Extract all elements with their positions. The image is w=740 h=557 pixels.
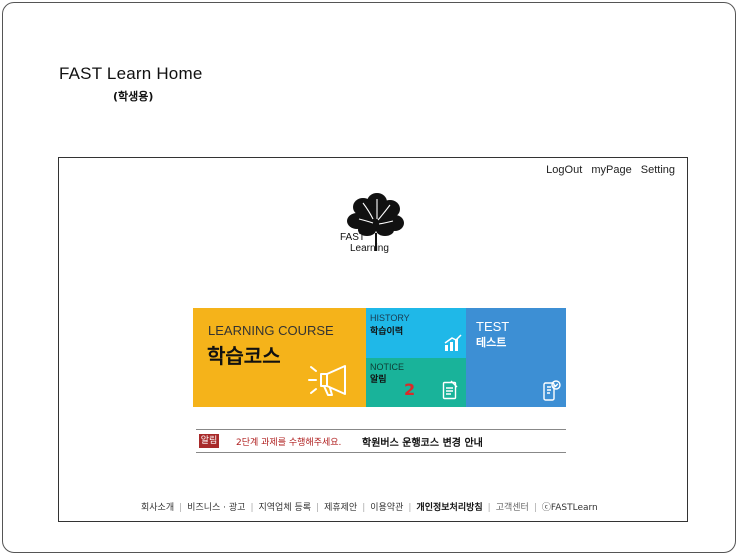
footer-separator: | (250, 503, 254, 513)
tile-learning-ko: 학습코스 (207, 344, 281, 368)
tile-history-ko: 학습이력 (370, 327, 404, 337)
tile-learning-en: LEARNING COURSE (208, 323, 334, 338)
top-nav: LogOut myPage Setting (540, 164, 675, 176)
app-frame: LogOut myPage Setting FAST Learning LEAR… (58, 157, 688, 522)
footer-privacy-link[interactable]: 개인정보처리방침 (416, 503, 482, 513)
tile-test-en: TEST (476, 319, 510, 334)
footer-separator: | (408, 503, 412, 513)
logo-text-learning: Learning (350, 243, 389, 254)
footer-terms-link[interactable]: 이용약관 (370, 503, 403, 513)
tile-notice-en: NOTICE (370, 362, 405, 372)
logo-text-fast: FAST (340, 232, 366, 243)
mypage-link[interactable]: myPage (591, 164, 631, 176)
footer-business-link[interactable]: 비즈니스 · 광고 (187, 503, 245, 513)
setting-link[interactable]: Setting (641, 164, 675, 176)
alert-badge: 알림 (199, 434, 219, 448)
footer-support-link[interactable]: 고객센터 (496, 503, 529, 513)
alert-message-task[interactable]: 2단계 과제를 수행해주세요. (236, 435, 341, 448)
footer-links: 회사소개 | 비즈니스 · 광고 | 지역업체 등록 | 제휴제안 | 이용약관 | 개인정보처리방… (141, 500, 598, 513)
logout-link[interactable]: LogOut (546, 164, 582, 176)
note-icon (442, 380, 458, 400)
footer-company-link[interactable]: 회사소개 (141, 503, 174, 513)
tile-notice[interactable]: NOTICE 알림 2 (366, 358, 466, 407)
notice-count-badge: 2 (404, 380, 416, 399)
mobile-test-icon (543, 380, 561, 401)
bar-chart-icon (444, 334, 462, 351)
footer-partner-link[interactable]: 제휴제안 (324, 503, 357, 513)
alert-message-bus[interactable]: 학원버스 운행코스 변경 안내 (362, 434, 483, 449)
footer-separator: | (533, 503, 537, 513)
alert-bar: 알림 2단계 과제를 수행해주세요. 학원버스 운행코스 변경 안내 (196, 429, 566, 453)
document-subtitle: (학생용) (113, 90, 154, 103)
footer-separator: | (316, 503, 320, 513)
footer-copyright: ⓒFASTLearn (541, 503, 598, 513)
document-title: FAST Learn Home (59, 64, 203, 83)
menu-tiles: LEARNING COURSE 학습코스 HISTORY 학습이력 NOTICE… (193, 308, 566, 407)
footer-local-link[interactable]: 지역업체 등록 (258, 503, 311, 513)
tile-test-ko: 테스트 (476, 336, 507, 349)
tile-learning-course[interactable]: LEARNING COURSE 학습코스 (193, 308, 366, 407)
tile-test[interactable]: TEST 테스트 (466, 308, 566, 407)
tile-history[interactable]: HISTORY 학습이력 (366, 308, 466, 358)
footer-separator: | (487, 503, 491, 513)
tile-notice-ko: 알림 (370, 375, 387, 385)
megaphone-icon (308, 365, 346, 396)
footer-separator: | (179, 503, 183, 513)
tile-history-en: HISTORY (370, 313, 410, 323)
footer-separator: | (362, 503, 366, 513)
